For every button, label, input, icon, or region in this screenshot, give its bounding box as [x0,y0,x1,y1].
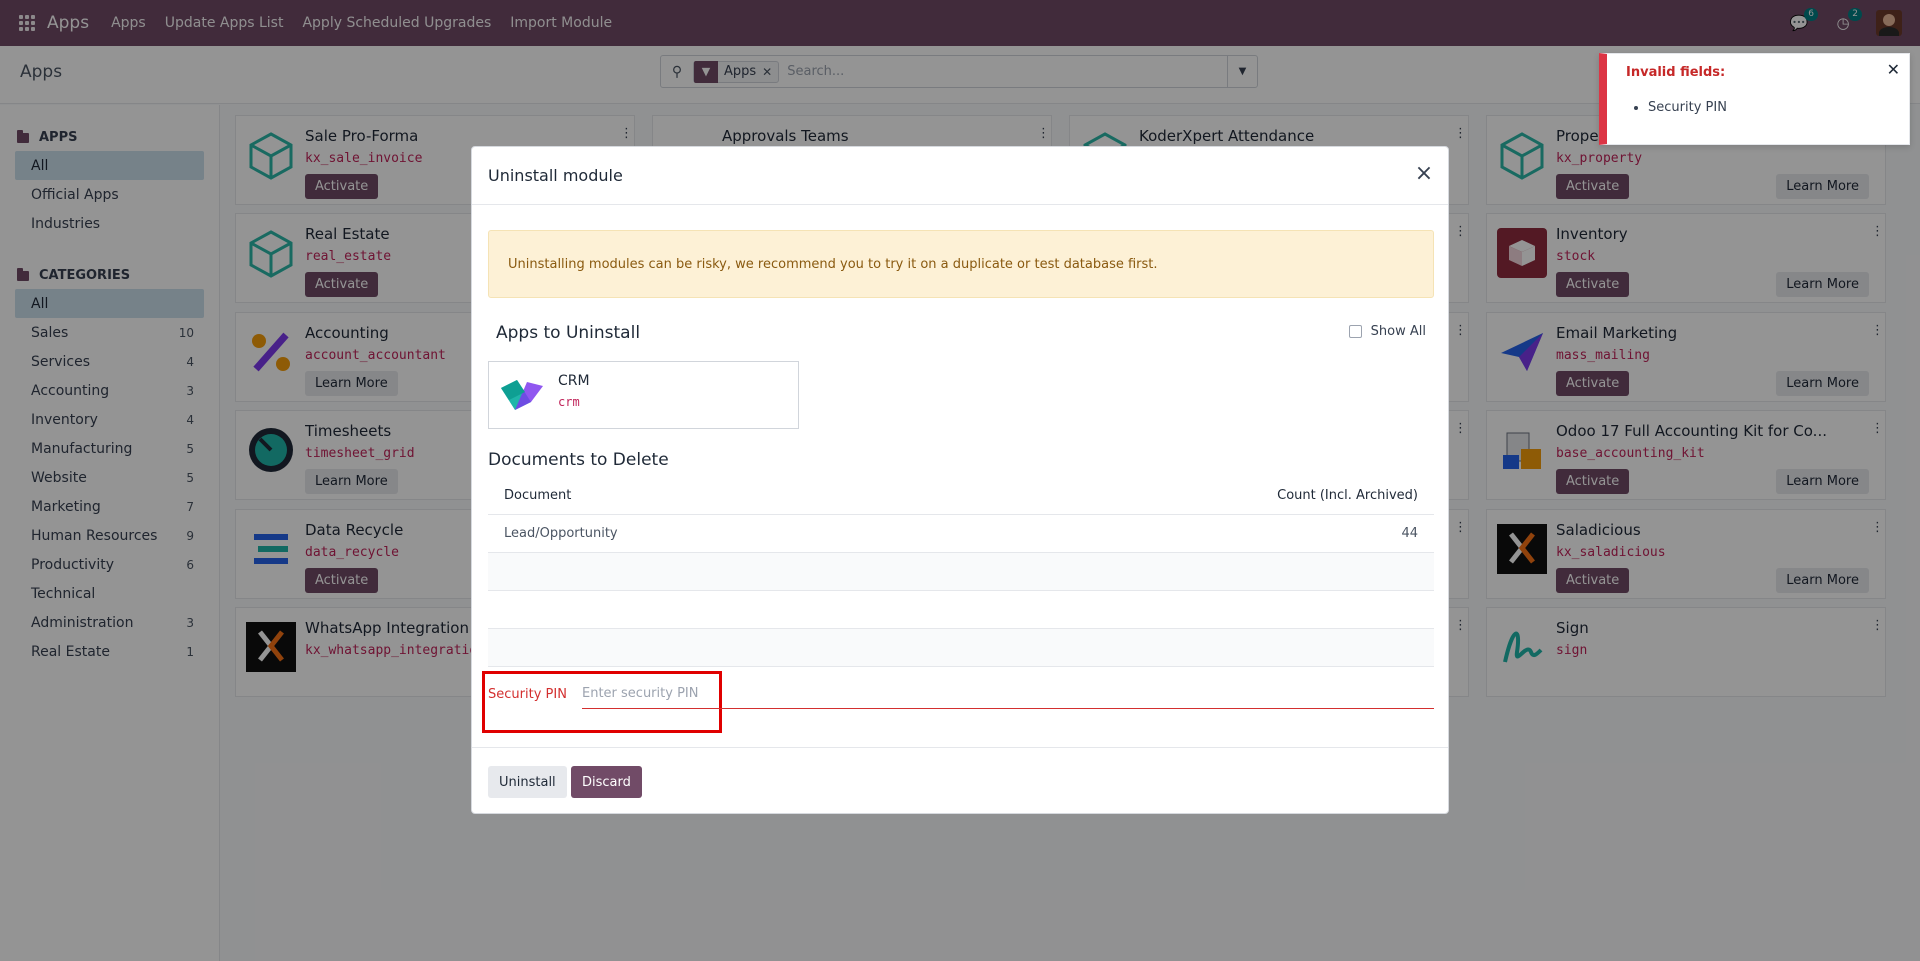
invalid-fields-notification: Invalid fields: ✕ Security PIN [1599,53,1910,145]
notification-list: Security PIN [1648,100,1727,115]
uninstall-module-dialog: Uninstall module × Uninstalling modules … [471,146,1449,814]
table-header: Document Count (Incl. Archived) [488,477,1434,515]
app-technical-name: crm [558,395,580,409]
row-count: 44 [1401,526,1418,541]
documents-to-delete-heading: Documents to Delete [488,450,669,470]
security-pin-label: Security PIN [488,687,567,702]
show-all-label: Show All [1370,324,1426,339]
crm-icon [501,380,543,410]
apps-to-uninstall-heading: Apps to Uninstall [496,323,641,343]
row-document: Lead/Opportunity [504,526,618,541]
show-all-toggle[interactable]: Show All [1348,324,1426,339]
table-row-empty [488,553,1434,591]
app-name: CRM [558,373,590,389]
warning-alert: Uninstalling modules can be risky, we re… [488,230,1434,298]
uninstall-button[interactable]: Uninstall [488,766,567,798]
table-row: Lead/Opportunity 44 [488,515,1434,553]
notification-item: Security PIN [1648,100,1727,115]
dialog-footer: Uninstall Discard [472,747,1448,814]
close-icon[interactable]: ✕ [1887,60,1900,79]
table-row-empty [488,591,1434,629]
security-pin-input[interactable] [582,679,1434,709]
show-all-checkbox[interactable] [1348,325,1362,338]
documents-table: Document Count (Incl. Archived) Lead/Opp… [488,477,1434,667]
app-to-uninstall-card: CRM crm [488,361,799,429]
column-document: Document [504,488,572,503]
table-row-empty [488,629,1434,667]
notification-title: Invalid fields: [1626,65,1726,80]
dialog-title: Uninstall module [472,147,1448,205]
column-count: Count (Incl. Archived) [1277,488,1418,503]
discard-button[interactable]: Discard [571,766,642,798]
close-icon[interactable]: × [1412,163,1436,187]
